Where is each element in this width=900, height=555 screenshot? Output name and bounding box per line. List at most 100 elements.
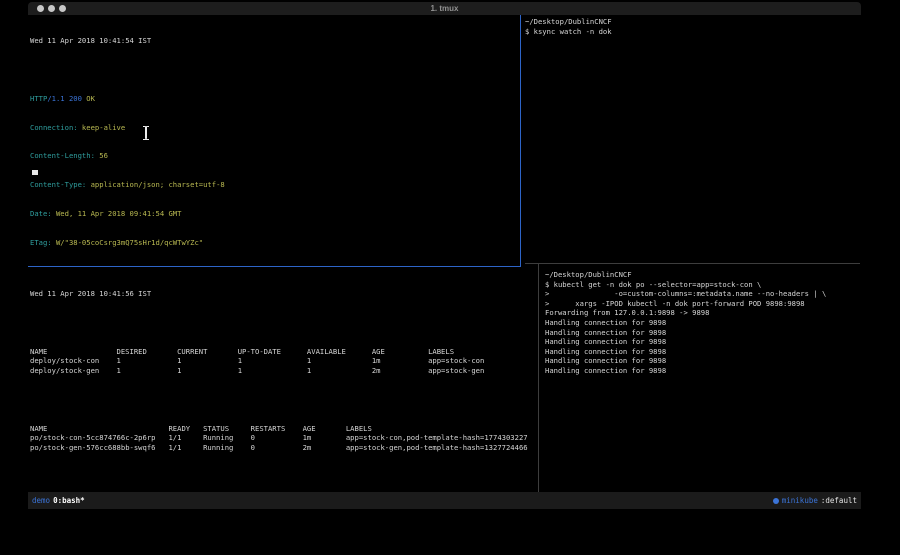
table-cell: 0: [251, 443, 303, 453]
http-reason: OK: [82, 94, 95, 103]
close-button[interactable]: [37, 5, 44, 12]
table-cell: 1: [177, 366, 238, 376]
table-cell: 1: [177, 356, 238, 366]
table-cell: LABELS: [428, 347, 454, 357]
helm-icon: [773, 498, 779, 504]
terminal-line: Handling connection for 9898: [545, 328, 861, 338]
terminal-line: > xargs -IPOD kubectl -n dok port-forwar…: [545, 299, 861, 309]
kube-context: minikube: [782, 496, 818, 505]
deployments-table: NAMEDESIREDCURRENTUP-TO-DATEAVAILABLEAGE…: [30, 347, 538, 376]
table-row: NAMEREADYSTATUSRESTARTSAGELABELS: [30, 424, 538, 434]
table-cell: 1m: [372, 356, 428, 366]
pane-bottom-right-port-forward[interactable]: ~/Desktop/DublinCNCF$ kubectl get -n dok…: [540, 268, 861, 492]
table-cell: AGE: [372, 347, 428, 357]
table-cell: NAME: [30, 424, 168, 434]
pane-divider-vertical-bottom[interactable]: [538, 264, 539, 492]
minimize-button[interactable]: [48, 5, 55, 12]
terminal-block-cursor: [32, 170, 38, 175]
terminal-line: $ kubectl get -n dok po --selector=app=s…: [545, 280, 861, 290]
table-cell: 1/1: [168, 433, 203, 443]
table-cell: STATUS: [203, 424, 251, 434]
table-cell: AVAILABLE: [307, 347, 372, 357]
pane-divider-horizontal-right[interactable]: [525, 263, 860, 264]
terminal-line: Handling connection for 9898: [545, 347, 861, 357]
table-cell: 1: [117, 356, 178, 366]
table-row: po/stock-gen-576cc688bb-swqf61/1Running0…: [30, 443, 538, 453]
pane-divider-horizontal-left[interactable]: [28, 266, 521, 267]
table-cell: 2m: [372, 366, 428, 376]
pods-table: NAMEREADYSTATUSRESTARTSAGELABELSpo/stock…: [30, 424, 538, 453]
table-cell: 1: [117, 366, 178, 376]
window-title: 1. tmux: [28, 2, 861, 15]
header-name: ETag:: [30, 238, 52, 247]
zoom-button[interactable]: [59, 5, 66, 12]
table-cell: RESTARTS: [251, 424, 303, 434]
header-name: Connection:: [30, 123, 78, 132]
window-titlebar[interactable]: 1. tmux: [28, 2, 861, 15]
header-value: W/"38-05coCsrg3mQ75sHr1d/qcWTwYZc": [52, 238, 203, 247]
terminal-line-timestamp: Wed 11 Apr 2018 10:41:54 IST: [30, 36, 520, 46]
mouse-ibeam-cursor: [142, 126, 150, 140]
terminal-line: Handling connection for 9898: [545, 337, 861, 347]
table-row: deploy/stock-con11111mapp=stock-con: [30, 356, 538, 366]
table-cell: Running: [203, 433, 251, 443]
window-item-active[interactable]: 0:bash*: [53, 496, 85, 505]
terminal-line: Handling connection for 9898: [545, 366, 861, 376]
http-status-line: HTTP/1.1 200 OK: [30, 94, 520, 104]
pane-bottom-left-kubectl-get[interactable]: Wed 11 Apr 2018 10:41:56 IST NAMEDESIRED…: [28, 268, 538, 492]
table-cell: DESIRED: [117, 347, 178, 357]
http-header-line: ETag: W/"38-05coCsrg3mQ75sHr1d/qcWTwYZc": [30, 238, 520, 248]
table-row: deploy/stock-gen11112mapp=stock-gen: [30, 366, 538, 376]
http-header-line: Content-Type: application/json; charset=…: [30, 180, 520, 190]
pane-top-left-http-response[interactable]: Wed 11 Apr 2018 10:41:54 IST HTTP/1.1 20…: [28, 15, 520, 267]
http-header-line: Date: Wed, 11 Apr 2018 09:41:54 GMT: [30, 209, 520, 219]
session-name: demo: [32, 496, 50, 505]
http-version-status: /1.1 200: [47, 94, 82, 103]
table-cell: READY: [168, 424, 203, 434]
table-cell: 1: [307, 356, 372, 366]
table-cell: app=stock-gen: [428, 366, 484, 376]
table-cell: 1m: [303, 433, 346, 443]
terminal-line-timestamp: Wed 11 Apr 2018 10:41:56 IST: [30, 289, 538, 299]
header-name: Content-Length:: [30, 151, 95, 160]
table-cell: UP-TO-DATE: [238, 347, 307, 357]
table-cell: NAME: [30, 347, 117, 357]
tmux-status-bar: demo0:bash* minikube:default: [28, 492, 861, 509]
terminal-line: Forwarding from 127.0.0.1:9898 -> 9898: [545, 308, 861, 318]
terminal-line: Handling connection for 9898: [545, 318, 861, 328]
table-cell: po/stock-con-5cc874766c-2p6rp: [30, 433, 168, 443]
table-cell: 1: [238, 366, 307, 376]
table-cell: Running: [203, 443, 251, 453]
table-cell: deploy/stock-con: [30, 356, 117, 366]
table-cell: 1: [307, 366, 372, 376]
header-name: Content-Type:: [30, 180, 86, 189]
http-protocol: HTTP: [30, 94, 47, 103]
pane-top-right-ksync[interactable]: ~/Desktop/DublinCNCF$ ksync watch -n dok: [522, 15, 861, 264]
status-right: minikube:default: [773, 496, 857, 505]
table-cell: 0: [251, 433, 303, 443]
table-row: po/stock-con-5cc874766c-2p6rp1/1Running0…: [30, 433, 538, 443]
table-cell: AGE: [303, 424, 346, 434]
terminal-line: > -o=custom-columns=:metadata.name --no-…: [545, 289, 861, 299]
http-header-line: Connection: keep-alive: [30, 123, 520, 133]
http-header-line: Content-Length: 56: [30, 151, 520, 161]
table-cell: app=stock-gen,pod-template-hash=13277244…: [346, 443, 528, 453]
window-controls: [37, 5, 66, 12]
header-value: keep-alive: [78, 123, 126, 132]
status-left: demo0:bash*: [32, 496, 85, 505]
table-cell: app=stock-con,pod-template-hash=17743032…: [346, 433, 528, 443]
terminal-line: ~/Desktop/DublinCNCF: [525, 17, 861, 27]
terminal-line: $ ksync watch -n dok: [525, 27, 861, 37]
kube-namespace: :default: [821, 496, 857, 505]
terminal-line: Handling connection for 9898: [545, 356, 861, 366]
table-cell: po/stock-gen-576cc688bb-swqf6: [30, 443, 168, 453]
table-cell: 1/1: [168, 443, 203, 453]
table-cell: deploy/stock-gen: [30, 366, 117, 376]
header-value: 56: [95, 151, 108, 160]
table-cell: LABELS: [346, 424, 372, 434]
table-row: NAMEDESIREDCURRENTUP-TO-DATEAVAILABLEAGE…: [30, 347, 538, 357]
pane-divider-vertical-top[interactable]: [520, 15, 521, 267]
header-value: Wed, 11 Apr 2018 09:41:54 GMT: [52, 209, 182, 218]
header-name: Date:: [30, 209, 52, 218]
terminal-window: 1. tmux Wed 11 Apr 2018 10:41:54 IST HTT…: [28, 2, 861, 509]
